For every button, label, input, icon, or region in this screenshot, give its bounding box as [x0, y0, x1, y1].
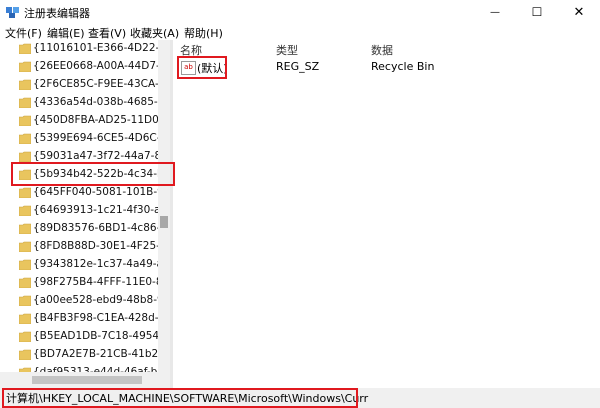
selected-key-highlight — [11, 162, 175, 186]
menu-bar: 文件(F) 编辑(E) 查看(V) 收藏夹(A) 帮助(H) — [0, 24, 600, 40]
tree-item-label: {B4FB3F98-C1EA-428d-A78 — [33, 312, 170, 324]
value-data: Recycle Bin — [371, 60, 435, 73]
path-highlight — [2, 388, 358, 408]
column-header-data[interactable]: 数据 — [371, 42, 393, 58]
folder-icon — [19, 331, 31, 342]
tree-item[interactable]: {5399E694-6CE5-4D6C-8FC — [0, 130, 170, 148]
registry-editor-icon — [6, 7, 19, 18]
tree-item-label: {BD7A2E7B-21CB-41b2-A0 — [33, 348, 170, 360]
folder-icon — [19, 187, 31, 198]
tree-hscroll-thumb[interactable] — [32, 376, 142, 384]
tree-item[interactable]: {8FD8B88D-30E1-4F25-AC2 — [0, 238, 170, 256]
folder-icon — [19, 97, 31, 108]
tree-item-label: {5399E694-6CE5-4D6C-8FC — [33, 132, 170, 144]
column-header-type[interactable]: 类型 — [276, 42, 298, 58]
default-value-highlight — [177, 56, 227, 79]
tree-item-label: {9343812e-1c37-4a49-a12 — [33, 258, 170, 270]
tree-item[interactable]: {2F6CE85C-F9EE-43CA-90C — [0, 76, 170, 94]
folder-icon — [19, 205, 31, 216]
title-bar: 注册表编辑器 — ☐ ✕ — [0, 0, 600, 24]
tree-item[interactable]: {98F275B4-4FFF-11E0-89E2 — [0, 274, 170, 292]
tree-item[interactable]: {daf95313-e44d-46af-be1f — [0, 364, 170, 372]
folder-icon — [19, 61, 31, 72]
tree-item-label: {8FD8B88D-30E1-4F25-AC2 — [33, 240, 170, 252]
tree-item-label: {2F6CE85C-F9EE-43CA-90C — [33, 78, 170, 90]
tree-item[interactable]: {64693913-1c21-4f30-a98f — [0, 202, 170, 220]
maximize-button[interactable]: ☐ — [516, 0, 558, 24]
folder-icon — [19, 295, 31, 306]
tree-item-label: {450D8FBA-AD25-11D0-98 — [33, 114, 170, 126]
menu-favorites[interactable]: 收藏夹(A) — [130, 25, 179, 41]
tree-item[interactable]: {B4FB3F98-C1EA-428d-A78 — [0, 310, 170, 328]
value-type: REG_SZ — [276, 60, 320, 73]
menu-file[interactable]: 文件(F) — [5, 25, 42, 41]
tree-item-label: {B5EAD1DB-7C18-4954-88 — [33, 330, 170, 342]
folder-icon — [19, 259, 31, 270]
folder-icon — [19, 313, 31, 324]
window-title: 注册表编辑器 — [24, 7, 90, 20]
tree-item-label: {64693913-1c21-4f30-a98f — [33, 204, 170, 216]
folder-icon — [19, 223, 31, 234]
menu-edit[interactable]: 编辑(E) — [47, 25, 85, 41]
tree-item[interactable]: {11016101-E366-4D22-BC06 — [0, 40, 170, 58]
folder-icon — [19, 115, 31, 126]
close-button[interactable]: ✕ — [558, 0, 600, 24]
folder-icon — [19, 43, 31, 54]
tree-item-label: {11016101-E366-4D22-BC06 — [33, 42, 170, 54]
tree-item-label: {89D83576-6BD1-4c86-945 — [33, 222, 170, 234]
minimize-button[interactable]: — — [474, 0, 516, 24]
tree-item-label: {26EE0668-A00A-44D7-937 — [33, 60, 170, 72]
tree-vertical-scrollbar[interactable] — [158, 40, 170, 372]
tree-horizontal-scrollbar[interactable] — [0, 372, 170, 388]
tree-item-selected[interactable]: {645FF040-5081-101B-9F08 — [0, 184, 170, 202]
tree-item[interactable]: {4336a54d-038b-4685-ab0 — [0, 94, 170, 112]
folder-icon — [19, 277, 31, 288]
tree-item[interactable]: {B5EAD1DB-7C18-4954-88 — [0, 328, 170, 346]
tree-item[interactable]: {26EE0668-A00A-44D7-937 — [0, 58, 170, 76]
menu-help[interactable]: 帮助(H) — [184, 25, 223, 41]
values-pane: 名称 类型 数据 ab (默认) REG_SZ Recycle Bin — [173, 40, 600, 388]
tree-item[interactable]: {9343812e-1c37-4a49-a12 — [0, 256, 170, 274]
tree-item-label: {98F275B4-4FFF-11E0-89E2 — [33, 276, 170, 288]
minimize-icon: — — [490, 6, 500, 18]
tree-item-label: {59031a47-3f72-44a7-89c5 — [33, 150, 170, 162]
folder-icon — [19, 151, 31, 162]
tree-item[interactable]: {450D8FBA-AD25-11D0-98 — [0, 112, 170, 130]
folder-icon — [19, 349, 31, 360]
tree-item-label: {4336a54d-038b-4685-ab0 — [33, 96, 170, 108]
folder-icon — [19, 133, 31, 144]
menu-view[interactable]: 查看(V) — [88, 25, 126, 41]
key-tree[interactable]: {11016101-E366-4D22-BC06 {26EE0668-A00A-4… — [0, 40, 170, 372]
tree-item[interactable]: {a00ee528-ebd9-48b8-944 — [0, 292, 170, 310]
close-icon: ✕ — [573, 4, 585, 20]
tree-item-label: {a00ee528-ebd9-48b8-944 — [33, 294, 170, 306]
tree-item-label: {645FF040-5081-101B-9F08 — [33, 186, 170, 198]
tree-item[interactable]: {89D83576-6BD1-4c86-945 — [0, 220, 170, 238]
tree-item[interactable]: {BD7A2E7B-21CB-41b2-A0 — [0, 346, 170, 364]
tree-scroll-thumb[interactable] — [160, 216, 168, 228]
folder-icon — [19, 241, 31, 252]
maximize-icon: ☐ — [531, 5, 543, 19]
folder-icon — [19, 79, 31, 90]
